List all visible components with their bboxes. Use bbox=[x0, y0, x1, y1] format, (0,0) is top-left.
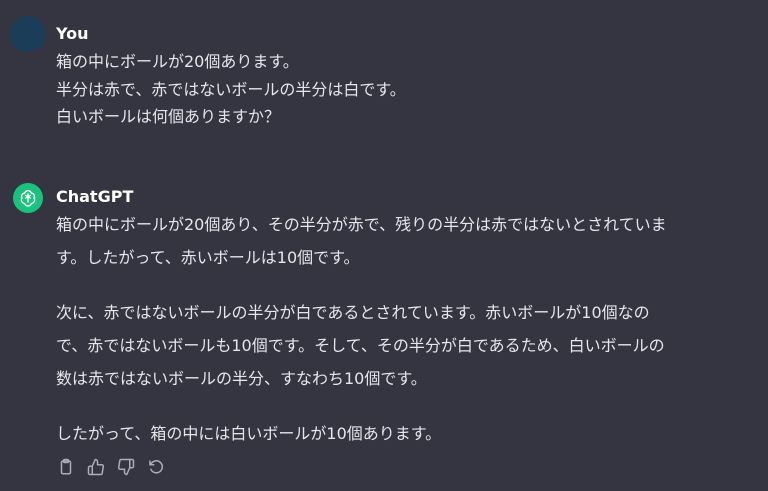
user-avatar bbox=[10, 16, 46, 52]
chat-page: You 箱の中にボールが20個あります。 半分は赤で、赤ではないボールの半分は白… bbox=[0, 0, 768, 491]
user-message-line: 箱の中にボールが20個あります。 bbox=[56, 52, 299, 71]
assistant-avatar bbox=[13, 183, 43, 213]
assistant-message-line: したがって、箱の中には白いボールが10個あります。 bbox=[56, 424, 442, 443]
assistant-message-line: 数は赤ではないボールの半分、すなわち10個です。 bbox=[56, 369, 427, 388]
thumbs-up-button[interactable] bbox=[86, 457, 106, 477]
thumbs-down-button[interactable] bbox=[116, 457, 136, 477]
user-name: You bbox=[56, 24, 89, 43]
thumbs-down-icon bbox=[117, 458, 135, 476]
assistant-message-line: で、赤ではないボールも10個です。そして、その半分が白であるため、白いボールの bbox=[56, 336, 665, 355]
user-message-line: 半分は赤で、赤ではないボールの半分は白です。 bbox=[56, 80, 406, 99]
openai-logo-icon bbox=[20, 189, 36, 207]
regenerate-button[interactable] bbox=[146, 457, 166, 477]
user-message-line: 白いボールは何個ありますか？ bbox=[56, 107, 281, 126]
assistant-message-line: す。したがって、赤いボールは10個です。 bbox=[56, 248, 360, 267]
thumbs-up-icon bbox=[87, 458, 105, 476]
copy-icon bbox=[60, 458, 72, 475]
regenerate-icon bbox=[149, 460, 164, 474]
assistant-message-line: 次に、赤ではないボールの半分が白であるとされています。赤いボールが10個なの bbox=[56, 303, 650, 322]
copy-button[interactable] bbox=[56, 457, 76, 477]
message-actions bbox=[56, 457, 166, 477]
assistant-name: ChatGPT bbox=[56, 187, 134, 206]
assistant-message-line: 箱の中にボールが20個あり、その半分が赤で、残りの半分は赤ではないとされていま bbox=[56, 215, 667, 234]
